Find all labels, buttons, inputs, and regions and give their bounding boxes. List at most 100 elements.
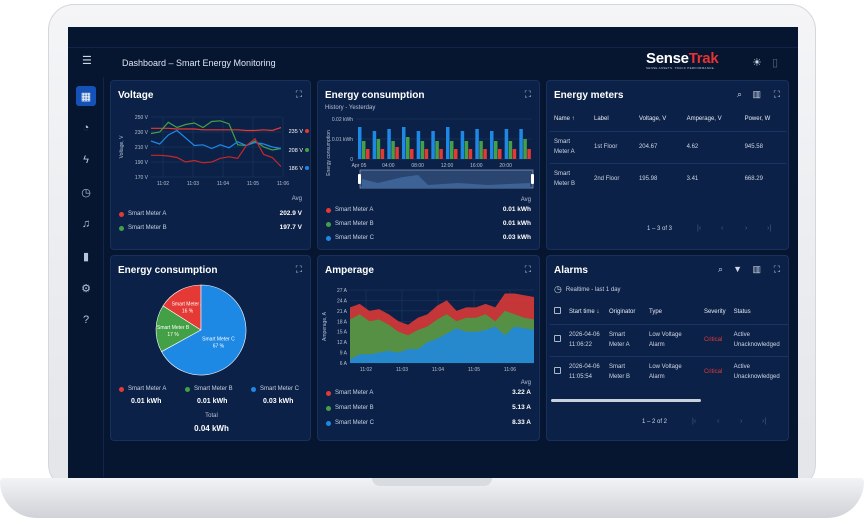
sidebar-item-settings[interactable]: ⚙ [76, 278, 96, 298]
row-checkbox[interactable] [550, 355, 565, 388]
bar [366, 149, 370, 159]
column-header[interactable]: Start time ↓ [565, 300, 605, 324]
sidebar-item-gauge[interactable]: ◔ [76, 118, 96, 138]
sidebar-item-help[interactable]: ? [76, 310, 96, 330]
last-page-button[interactable]: ›| [762, 418, 766, 425]
filter-icon[interactable]: ▼ [733, 264, 742, 274]
bar [523, 139, 527, 159]
legend-item[interactable]: Smart Meter B [185, 386, 233, 392]
bar [460, 131, 465, 159]
search-icon[interactable]: ⌕ [737, 89, 742, 100]
end-label: 186 V [289, 166, 304, 172]
search-icon[interactable]: ⌕ [718, 264, 723, 275]
series-line [150, 120, 282, 151]
bar [358, 127, 362, 159]
x-tick: 11:03 [396, 367, 408, 373]
bar [498, 149, 502, 159]
bar [387, 129, 391, 159]
legend-item[interactable]: Smart Meter B [326, 405, 374, 411]
y-tick: 210 V [135, 145, 149, 151]
voltage-chart: 250 V 230 V 210 V 190 V 170 V 11:02 11:03 11:04… [119, 115, 309, 187]
bar [420, 141, 425, 159]
legend-item[interactable]: Smart Meter A [326, 207, 373, 213]
column-header[interactable]: Name ↑ [550, 107, 590, 131]
column-header[interactable]: Voltage, V [635, 107, 683, 131]
table-cell: 1st Floor [590, 130, 635, 163]
columns-icon[interactable]: ▥ [752, 264, 761, 275]
bar [475, 129, 479, 159]
x-tick: 11:02 [157, 181, 169, 187]
legend-item[interactable]: Smart Meter A [119, 386, 166, 392]
fullscreen-icon[interactable]: ⛶ [296, 89, 302, 100]
column-header[interactable]: Originator [605, 300, 645, 324]
x-tick: 08:00 [411, 163, 424, 169]
table-cell: Critical [699, 355, 730, 388]
row-checkbox[interactable] [550, 323, 565, 356]
amperage-card: Amperage ⛶ 27 A 24 A 21 A 18 A 15 A 12 A 9 A 6 … [317, 255, 540, 441]
menu-icon[interactable]: ☰ [82, 54, 92, 67]
table-row[interactable]: Smart Meter A 1st Floor 204.67 4.62 945.58 [550, 130, 786, 163]
end-marker [305, 148, 309, 152]
total-label: Total [205, 413, 218, 419]
table-cell: Smart Meter A [605, 323, 645, 356]
legend-item[interactable]: Smart Meter C [326, 235, 374, 241]
sidebar-item-bar-chart[interactable]: ▮ [76, 246, 96, 266]
next-page-button[interactable]: › [740, 418, 742, 425]
y-tick: 9 A [340, 351, 348, 357]
end-label: 235 V [289, 129, 304, 135]
fullscreen-icon[interactable]: ⛶ [774, 89, 780, 100]
bar [406, 137, 410, 159]
timewindow-selector[interactable]: ◷ Realtime - last 1 day [554, 284, 621, 295]
pagination-label: 1 – 3 of 3 [647, 226, 673, 232]
column-header[interactable]: Status [730, 300, 788, 324]
clock-icon: ◷ [554, 284, 562, 294]
legend-item[interactable]: Smart Meter A [326, 390, 373, 396]
slice-percent: 16 % [182, 309, 194, 315]
sidebar-item-bell[interactable]: ♫ [76, 214, 96, 234]
alarms-card: Alarms ⌕ ▼ ▥ ⛶ ◷ Realtime - last 1 day St… [546, 255, 789, 441]
prev-page-button[interactable]: ‹ [717, 418, 719, 425]
y-tick: 18 A [337, 319, 348, 325]
sidebar: ▦ ◔ ϟ ◷ ♫ ▮ ⚙? [68, 77, 104, 477]
table-row[interactable]: 2026-04-06 11:06:22 Smart Meter A Low Volt… [550, 323, 788, 356]
table-cell: Critical [699, 323, 730, 356]
first-page-button[interactable]: |‹ [697, 225, 701, 232]
fullscreen-icon[interactable]: ▯ [772, 56, 778, 69]
sidebar-item-pie[interactable]: ◷ [76, 182, 96, 202]
legend-item[interactable]: Smart Meter A [119, 211, 166, 217]
series-line [151, 126, 282, 132]
column-header[interactable]: Severity [700, 300, 730, 324]
horizontal-scrollbar[interactable] [551, 399, 701, 402]
legend-item[interactable]: Smart Meter B [119, 225, 167, 231]
legend-avg: 0.01 kWh [502, 220, 531, 227]
legend-item[interactable]: Smart Meter C [326, 420, 374, 426]
legend-item[interactable]: Smart Meter C [251, 386, 299, 392]
bar [450, 141, 454, 159]
columns-icon[interactable]: ▥ [752, 89, 761, 100]
sidebar-item-bolt[interactable]: ϟ [76, 150, 96, 170]
fullscreen-icon[interactable]: ⛶ [774, 264, 780, 275]
table-cell: Smart Meter B [550, 162, 590, 195]
slice-label: Smart Meter C [202, 336, 235, 342]
prev-page-button[interactable]: ‹ [721, 225, 723, 232]
table-row[interactable]: 2026-04-06 11:05:54 Smart Meter B Low Volt… [550, 355, 788, 388]
fullscreen-icon[interactable]: ⛶ [525, 264, 531, 275]
bar [490, 131, 494, 159]
column-header[interactable]: Amperage, V [683, 107, 741, 131]
fullscreen-icon[interactable]: ⛶ [296, 264, 302, 275]
theme-toggle-icon[interactable]: ☀ [752, 56, 762, 69]
fullscreen-icon[interactable]: ⛶ [525, 89, 531, 100]
column-header[interactable]: Power, W [741, 107, 786, 131]
legend-item[interactable]: Smart Meter B [326, 221, 374, 227]
table-row[interactable]: Smart Meter B 2nd Floor 195.98 3.41 668.29 [550, 162, 786, 195]
select-all-checkbox[interactable] [550, 300, 565, 324]
sidebar-item-dashboard[interactable]: ▦ [76, 86, 96, 106]
column-header[interactable]: Label [590, 107, 635, 131]
next-page-button[interactable]: › [745, 225, 747, 232]
card-title: Amperage [325, 265, 374, 276]
first-page-button[interactable]: |‹ [692, 418, 696, 425]
energy-history-card: Energy consumption History - Yesterday ⛶… [317, 80, 540, 250]
column-header[interactable]: Type [645, 300, 700, 324]
last-page-button[interactable]: ›| [767, 225, 771, 232]
bar [416, 131, 421, 159]
